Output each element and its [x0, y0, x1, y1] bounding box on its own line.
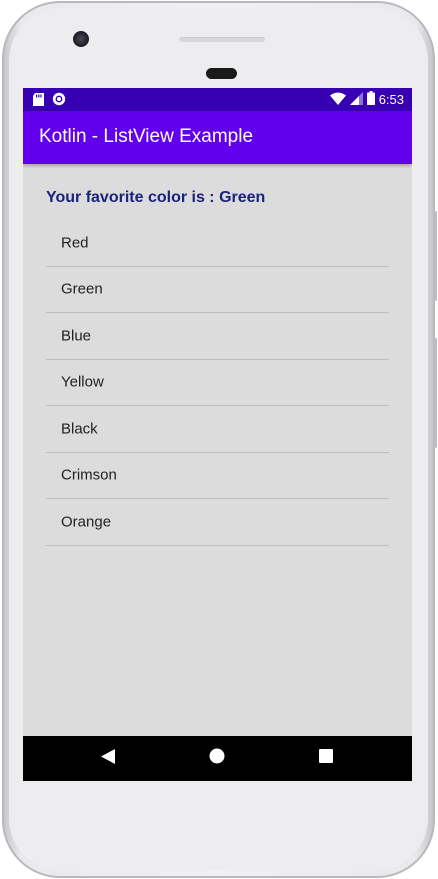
proximity-sensor-icon	[206, 68, 237, 79]
list-item-yellow[interactable]: Yellow	[46, 360, 389, 406]
volume-button	[433, 211, 437, 301]
back-button[interactable]	[78, 736, 138, 781]
list-item-label: Green	[61, 280, 103, 298]
battery-icon	[366, 91, 375, 108]
list-item-green[interactable]: Green	[46, 267, 389, 313]
list-item-label: Red	[61, 234, 89, 252]
list-item-red[interactable]: Red	[46, 220, 389, 267]
status-bar-left	[33, 92, 66, 111]
list-item-label: Blue	[61, 327, 92, 345]
app-title: Kotlin - ListView Example	[39, 126, 254, 147]
sd-card-icon	[33, 92, 44, 111]
back-triangle-icon	[101, 748, 115, 769]
list-item-label: Crimson	[61, 466, 117, 484]
list-item-label: Orange	[61, 513, 112, 531]
recents-button[interactable]	[296, 736, 356, 781]
earpiece-speaker-icon	[179, 37, 265, 42]
list-item-label: Black	[61, 420, 98, 438]
home-button[interactable]	[187, 736, 247, 781]
power-button	[433, 338, 437, 448]
list-item-label: Yellow	[61, 373, 104, 391]
wifi-icon	[329, 92, 346, 108]
device-screen: 6:53 Kotlin - ListView Example Your favo…	[23, 88, 412, 781]
status-bar: 6:53	[23, 88, 412, 111]
home-circle-icon	[209, 748, 225, 769]
list-item-orange[interactable]: Orange	[46, 499, 389, 546]
selected-color-label: Your favorite color is : Green	[46, 189, 266, 206]
status-bar-right: 6:53	[329, 91, 404, 108]
list-item-blue[interactable]: Blue	[46, 313, 389, 360]
front-camera-icon	[73, 31, 89, 47]
status-time: 6:53	[378, 92, 404, 107]
color-list-view[interactable]: Red Green Blue Yellow Black Crimson Oran…	[46, 220, 389, 546]
list-item-crimson[interactable]: Crimson	[46, 453, 389, 499]
cell-signal-icon	[349, 91, 363, 108]
navigation-bar	[23, 736, 412, 781]
sync-circle-icon	[52, 92, 66, 111]
recents-square-icon	[319, 749, 333, 768]
app-toolbar: Kotlin - ListView Example	[23, 111, 412, 164]
list-item-black[interactable]: Black	[46, 406, 389, 453]
